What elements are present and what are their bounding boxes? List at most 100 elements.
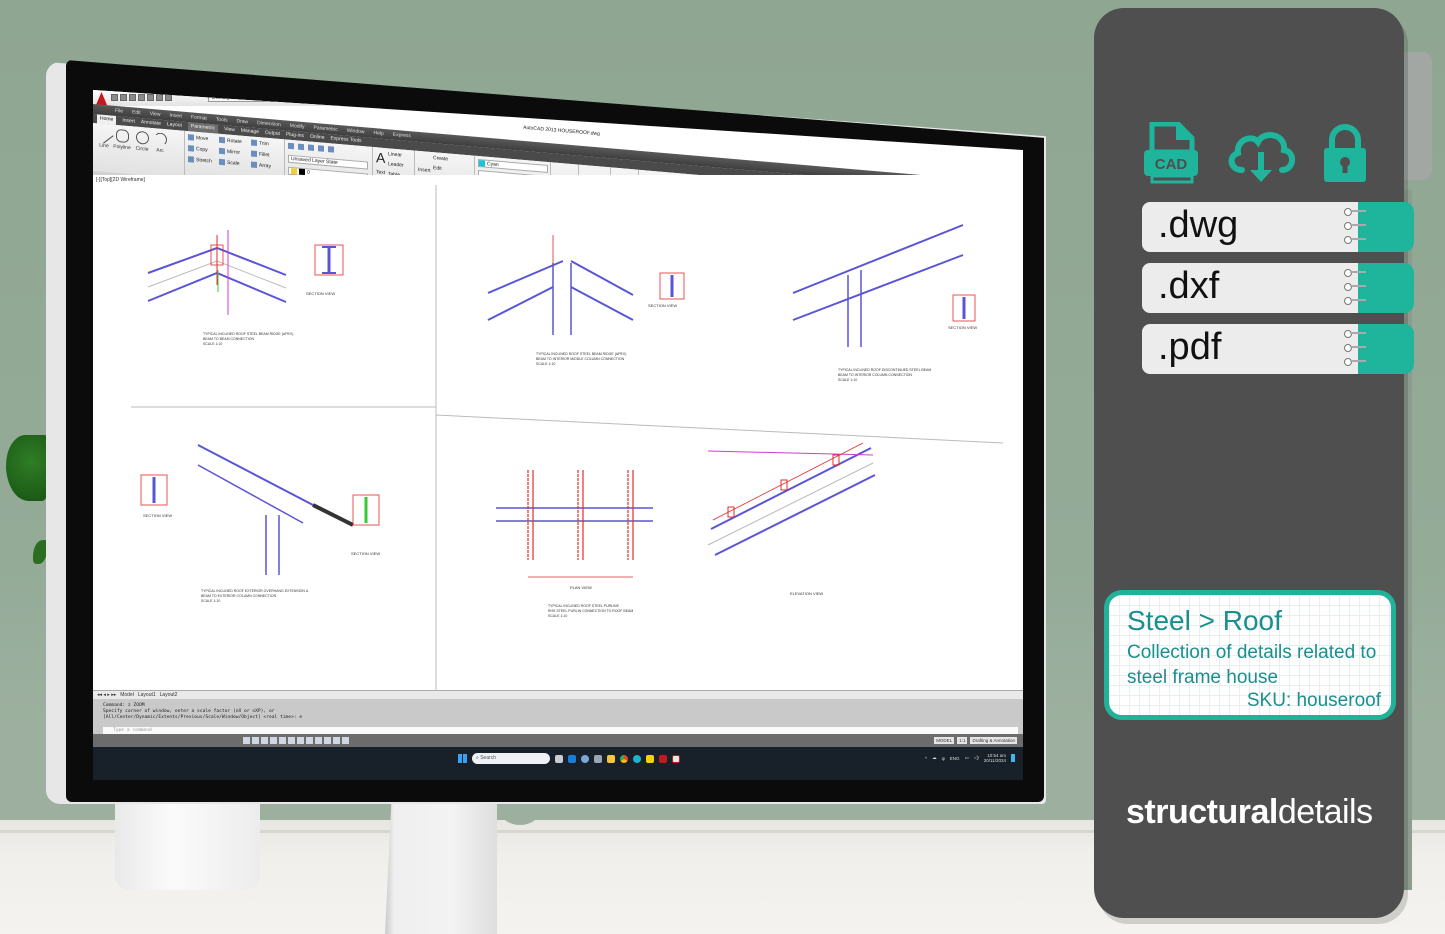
date: 20/11/2024 — [983, 758, 1006, 763]
polyline-tool[interactable]: Polyline — [113, 128, 131, 152]
layout-tabs: ◂◂ ◂ ▸ ▸▸ Model Layout1 Layout2 — [93, 690, 1023, 699]
print-icon[interactable] — [147, 94, 154, 101]
undo-icon[interactable] — [156, 94, 163, 101]
create-block-tool[interactable]: Create — [433, 155, 448, 162]
format-label: .dwg — [1158, 204, 1239, 246]
network-icon[interactable]: ▭ — [965, 755, 969, 761]
section-view-label: SECTION VIEW — [351, 551, 380, 556]
volume-icon[interactable]: ◁) — [974, 755, 979, 761]
command-input[interactable]: Type a command — [103, 727, 1018, 734]
otrack-toggle[interactable] — [288, 737, 295, 744]
open-icon[interactable] — [120, 94, 127, 101]
file-explorer-icon[interactable] — [607, 754, 615, 763]
annotation-scale[interactable]: 1:1 — [957, 737, 968, 744]
usb-icon[interactable]: ψ — [942, 756, 945, 761]
tpy-toggle[interactable] — [324, 737, 331, 744]
redo-icon[interactable] — [165, 94, 172, 101]
language-indicator[interactable]: ENG — [950, 756, 960, 761]
pdf-icon[interactable] — [672, 754, 680, 763]
new-icon[interactable] — [111, 94, 118, 101]
circle-tool[interactable]: Circle — [133, 130, 151, 153]
onedrive-icon[interactable]: ☁ — [932, 755, 937, 761]
move-tool[interactable]: Move — [188, 134, 208, 142]
polar-toggle[interactable] — [270, 737, 277, 744]
scale-tool[interactable]: Scale — [219, 158, 240, 167]
detail-caption: BEAM TO INTERIOR COLUMN CONNECTION — [838, 373, 912, 377]
format-tab-dwg[interactable]: .dwg — [1142, 202, 1414, 252]
save-as-icon[interactable] — [138, 94, 145, 101]
dyn-toggle[interactable] — [306, 737, 313, 744]
layer-icon[interactable] — [308, 144, 314, 151]
ducs-toggle[interactable] — [297, 737, 304, 744]
leader-tool[interactable]: Leader — [388, 161, 404, 168]
arc-tool[interactable]: Arc — [151, 132, 169, 155]
osnap-toggle[interactable] — [279, 737, 286, 744]
section-view-label: SECTION VIEW — [948, 325, 977, 330]
settings-icon[interactable] — [581, 754, 589, 763]
snap-toggle[interactable] — [243, 737, 250, 744]
detail-caption: BEAM TO BEAM CONNECTION — [203, 337, 254, 341]
line-tool[interactable]: Line — [94, 125, 114, 150]
notification-icon[interactable] — [1011, 754, 1015, 762]
show-hidden-icons[interactable]: ^ — [925, 756, 927, 761]
calculator-icon[interactable] — [594, 754, 602, 763]
edit-block-tool[interactable]: Edit — [433, 165, 442, 172]
windows-start-icon[interactable] — [458, 754, 467, 763]
tab-model[interactable]: Model — [120, 691, 134, 699]
status-right: MODEL 1:1 Drafting & Annotation — [934, 737, 1017, 744]
mirror-tool[interactable]: Mirror — [219, 147, 240, 156]
layer-icon[interactable] — [318, 145, 324, 152]
outlook-icon[interactable] — [568, 754, 576, 763]
grid-toggle[interactable] — [252, 737, 259, 744]
taskbar-search[interactable]: ⌕ Search — [472, 753, 550, 764]
task-view-icon[interactable] — [555, 754, 563, 763]
trim-label: Trim — [259, 140, 269, 148]
format-tab-dxf[interactable]: .dxf — [1142, 263, 1414, 313]
chrome-icon[interactable] — [620, 754, 628, 763]
stretch-tool[interactable]: Stretch — [188, 156, 212, 165]
trim-tool[interactable]: Trim — [251, 139, 269, 148]
edge-icon[interactable] — [633, 754, 641, 763]
insert-block-tool[interactable]: Insert — [418, 167, 431, 174]
linear-tool[interactable]: Linear — [388, 151, 402, 158]
detail-caption: TYPICAL INCLINED ROOF STEEL BEAM RIDGE (… — [203, 332, 293, 336]
sticky-notes-icon[interactable] — [646, 754, 654, 763]
fillet-tool[interactable]: Fillet — [251, 150, 270, 158]
detail-caption: TYPICAL INCLINED ROOF STEEL BEAM RIDGE (… — [536, 352, 626, 356]
format-tab-pdf[interactable]: .pdf — [1142, 324, 1414, 374]
text-icon[interactable]: A — [376, 149, 385, 166]
layer-icon[interactable] — [298, 143, 304, 151]
detail-caption: TYPICAL INCLINED ROOF STEEL PURLINE — [548, 604, 620, 608]
save-icon[interactable] — [129, 94, 136, 101]
layout-nav-arrows[interactable]: ◂◂ ◂ ▸ ▸▸ — [97, 691, 116, 699]
layer-icon[interactable] — [328, 146, 334, 153]
feature-icons: CAD — [1142, 122, 1368, 184]
workspace-switch[interactable]: Drafting & Annotation — [970, 737, 1017, 744]
tab-layout1[interactable]: Layout1 — [138, 691, 156, 699]
polyline-icon — [115, 128, 129, 144]
arc-label: Arc — [156, 147, 164, 155]
detail-caption: TYPICAL INCLINED ROOF DISCONTINUED STEEL… — [838, 368, 931, 372]
beam-line — [792, 224, 964, 294]
dimension-line — [712, 442, 864, 521]
drawing-canvas[interactable]: [-][Top][2D Wireframe] SECTION VIEW TYPI… — [93, 175, 1023, 695]
model-space-button[interactable]: MODEL — [934, 737, 955, 744]
binder-rings — [1344, 208, 1366, 244]
menu-file[interactable]: File — [115, 106, 123, 117]
rotate-icon — [219, 136, 225, 144]
layer-properties-icon[interactable] — [288, 142, 294, 150]
autocad-logo-icon[interactable] — [96, 92, 107, 105]
tab-layout2[interactable]: Layout2 — [160, 691, 178, 699]
array-tool[interactable]: Array — [251, 161, 271, 170]
ortho-toggle[interactable] — [261, 737, 268, 744]
detail-caption: TYPICAL INCLINED ROOF EXTERIOR OVERHANG … — [201, 589, 309, 593]
sc-toggle[interactable] — [342, 737, 349, 744]
detail-ridge-beam-to-beam — [147, 230, 344, 315]
plan-view-label: PLAN VIEW — [570, 585, 592, 590]
rotate-tool[interactable]: Rotate — [219, 136, 242, 145]
lwt-toggle[interactable] — [315, 737, 322, 744]
qp-toggle[interactable] — [333, 737, 340, 744]
copy-tool[interactable]: Copy — [188, 145, 208, 153]
autocad-taskbar-icon[interactable] — [659, 754, 667, 763]
clock[interactable]: 10:54 am 20/11/2024 — [984, 753, 1006, 763]
